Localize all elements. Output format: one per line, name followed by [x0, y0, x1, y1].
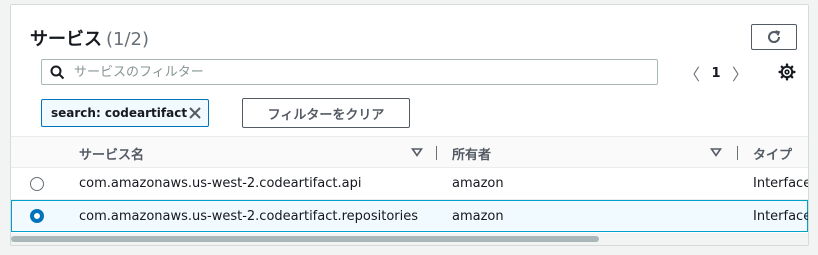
table-row[interactable]: com.amazonaws.us-west-2.codeartifact.rep…: [11, 200, 808, 232]
owner-cell: amazon: [452, 175, 504, 191]
type-cell: Interface: [753, 175, 809, 191]
page-title: サービス (1/2): [30, 25, 149, 51]
selection-count: (1/2): [106, 29, 150, 50]
chevron-left-icon[interactable]: 〈: [683, 61, 701, 85]
owner-cell: amazon: [452, 208, 504, 224]
table-header: サービス名 所有者 タイプ: [11, 136, 808, 168]
chevron-right-icon[interactable]: 〉: [731, 61, 749, 85]
type-cell: Interface: [753, 208, 809, 224]
gear-icon[interactable]: [778, 63, 796, 81]
service-name-cell: com.amazonaws.us-west-2.codeartifact.rep…: [79, 208, 419, 224]
table-row[interactable]: com.amazonaws.us-west-2.codeartifact.api…: [11, 168, 808, 200]
radio-icon[interactable]: [30, 209, 44, 223]
search-field[interactable]: [41, 59, 658, 85]
refresh-icon: [768, 30, 781, 43]
filter-token-label: search: codeartifact: [51, 106, 188, 120]
page-number[interactable]: 1: [701, 66, 731, 81]
radio-icon[interactable]: [30, 177, 44, 191]
service-name-cell: com.amazonaws.us-west-2.codeartifact.api: [79, 175, 362, 191]
clear-filters-button[interactable]: フィルターをクリア: [242, 98, 410, 128]
pagination: 〈 1 〉: [683, 62, 749, 84]
column-divider[interactable]: [737, 146, 738, 160]
horizontal-scrollbar[interactable]: [11, 233, 808, 245]
column-header-type[interactable]: タイプ: [753, 137, 792, 169]
services-panel: サービス(1/2) 〈 1 〉 search: codeartifact: [10, 4, 809, 246]
title-text: サービス: [30, 29, 102, 50]
scrollbar-thumb[interactable]: [11, 236, 599, 242]
filter-token: search: codeartifact: [41, 99, 209, 127]
sort-icon[interactable]: [411, 146, 423, 158]
close-icon[interactable]: [187, 105, 203, 121]
column-header-service-name[interactable]: サービス名: [79, 137, 144, 169]
refresh-button[interactable]: [751, 24, 797, 50]
column-header-owner[interactable]: 所有者: [452, 137, 491, 169]
search-icon: [50, 65, 65, 80]
search-input[interactable]: [74, 62, 644, 82]
sort-icon[interactable]: [710, 146, 722, 158]
column-divider[interactable]: [436, 146, 437, 160]
